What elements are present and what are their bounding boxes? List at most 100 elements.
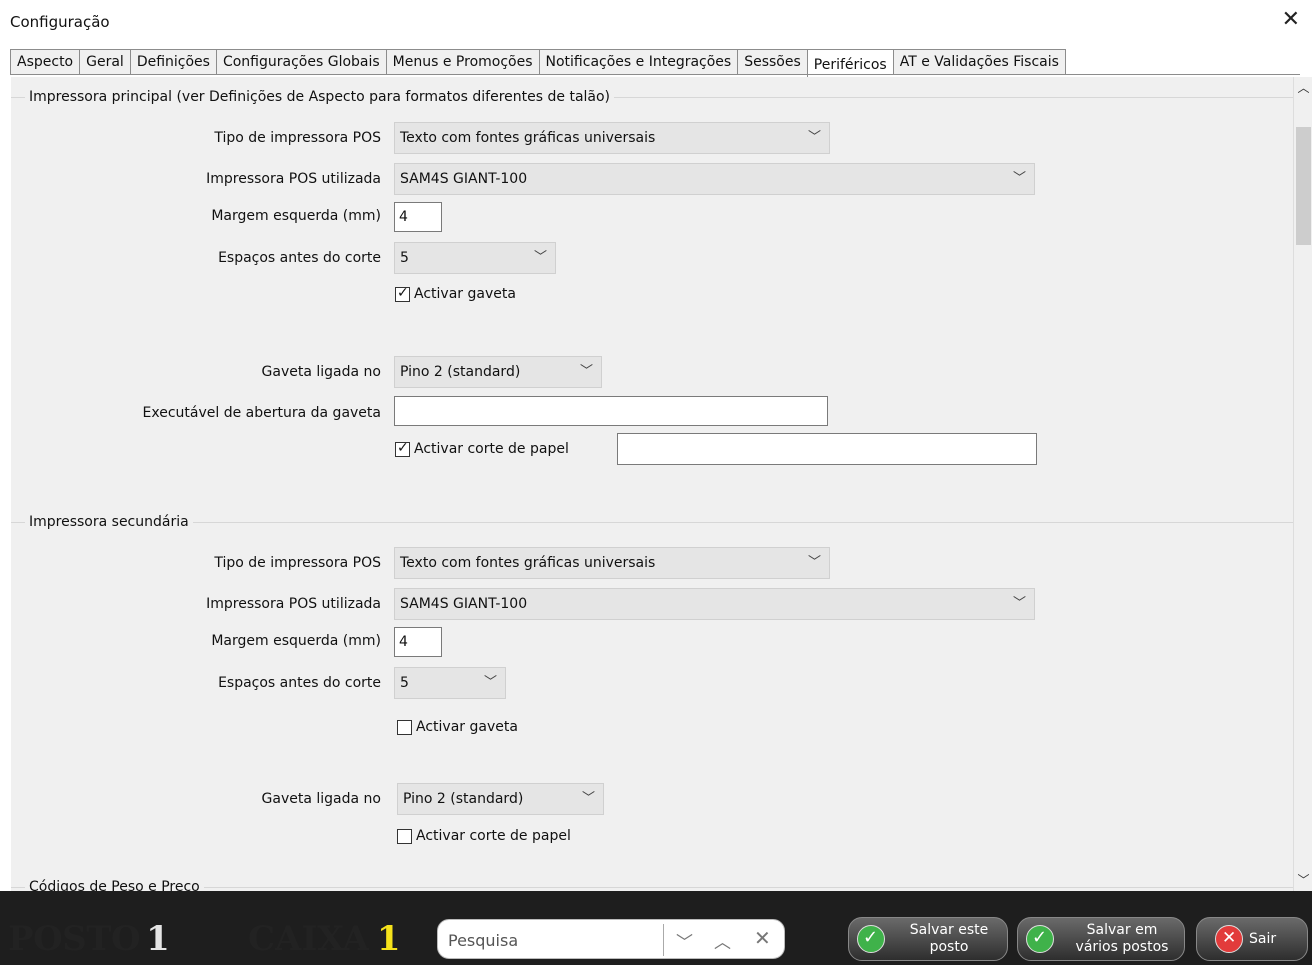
paper-cut-checkbox-label: Activar corte de papel bbox=[414, 441, 569, 457]
posto-label: POSTO bbox=[8, 919, 141, 959]
close-icon[interactable]: ✕ bbox=[1282, 9, 1300, 31]
tab-aspecto[interactable]: Aspecto bbox=[10, 49, 80, 75]
checkbox-box[interactable] bbox=[395, 440, 410, 457]
drawer-checkbox[interactable]: Activar gaveta bbox=[397, 719, 518, 735]
save-this-line2: posto bbox=[929, 939, 969, 955]
drawer-pin-value: Pino 2 (standard) bbox=[403, 791, 524, 807]
search-box: ﹀ ︿ ✕ bbox=[437, 919, 785, 959]
pos-used-select[interactable]: SAM4S GIANT-100 ﹀ bbox=[394, 163, 1035, 195]
posto-number: 1 bbox=[146, 919, 170, 959]
pos-type-select[interactable]: Texto com fontes gráficas universais ﹀ bbox=[394, 547, 830, 579]
chevron-down-icon: ﹀ bbox=[1012, 171, 1026, 186]
tab-definicoes[interactable]: Definições bbox=[129, 49, 216, 75]
tab-notificacoes-integracoes[interactable]: Notificações e Integrações bbox=[538, 49, 738, 75]
paper-cut-input[interactable] bbox=[617, 433, 1037, 465]
pos-type-label: Tipo de impressora POS bbox=[214, 130, 381, 146]
drawer-pin-select[interactable]: Pino 2 (standard) ﹀ bbox=[397, 783, 604, 815]
save-this-line1: Salvar este bbox=[909, 922, 989, 938]
close-circle-icon bbox=[1215, 925, 1243, 953]
pos-type-value: Texto com fontes gráficas universais bbox=[400, 555, 656, 571]
paper-cut-checkbox-label: Activar corte de papel bbox=[416, 828, 571, 844]
window-title: Configuração bbox=[10, 13, 110, 31]
chevron-up-icon[interactable]: ︿ bbox=[1294, 79, 1312, 97]
margin-input[interactable]: 4 bbox=[394, 202, 442, 232]
tab-at-validacoes-fiscais[interactable]: AT e Validações Fiscais bbox=[892, 49, 1066, 75]
spaces-select[interactable]: 5 ﹀ bbox=[394, 242, 556, 274]
spaces-label: Espaços antes do corte bbox=[218, 675, 381, 691]
caixa-indicator: CAIXA 1 bbox=[248, 919, 401, 959]
chevron-down-icon: ﹀ bbox=[581, 791, 595, 806]
checkbox-box[interactable] bbox=[395, 285, 410, 302]
chevron-down-icon: ﹀ bbox=[579, 364, 593, 379]
chevron-down-icon[interactable]: ﹀ bbox=[676, 928, 693, 953]
tab-menus-promocoes[interactable]: Menus e Promoções bbox=[385, 49, 539, 75]
search-input[interactable] bbox=[446, 926, 660, 954]
check-icon bbox=[857, 925, 885, 953]
title-bar: Configuração ✕ bbox=[0, 0, 1312, 46]
save-this-posto-button[interactable]: Salvar este posto bbox=[848, 917, 1008, 961]
exit-button[interactable]: Sair bbox=[1196, 917, 1308, 961]
chevron-down-icon: ﹀ bbox=[807, 130, 821, 145]
search-divider bbox=[663, 924, 664, 956]
pos-used-label: Impressora POS utilizada bbox=[206, 596, 381, 612]
drawer-checkbox[interactable]: Activar gaveta bbox=[395, 285, 516, 302]
group-title: Códigos de Peso e Preço bbox=[25, 877, 204, 891]
drawer-checkbox-label: Activar gaveta bbox=[416, 719, 518, 735]
chevron-up-icon[interactable]: ︿ bbox=[714, 928, 731, 953]
tab-divider bbox=[10, 74, 1300, 75]
pos-used-value: SAM4S GIANT-100 bbox=[400, 596, 528, 612]
chevron-down-icon: ﹀ bbox=[1012, 596, 1026, 611]
clear-search-icon[interactable]: ✕ bbox=[754, 926, 771, 950]
settings-panel: Impressora principal (ver Definições de … bbox=[11, 77, 1293, 891]
pos-type-label: Tipo de impressora POS bbox=[214, 555, 381, 571]
chevron-down-icon: ﹀ bbox=[483, 675, 497, 690]
save-many-postos-button[interactable]: Salvar em vários postos bbox=[1017, 917, 1185, 961]
margin-input[interactable]: 4 bbox=[394, 627, 442, 657]
margin-label: Margem esquerda (mm) bbox=[211, 208, 381, 224]
drawer-exec-label: Executável de abertura da gaveta bbox=[142, 405, 381, 421]
chevron-down-icon: ﹀ bbox=[807, 555, 821, 570]
pos-used-value: SAM4S GIANT-100 bbox=[400, 171, 528, 187]
scroll-thumb[interactable] bbox=[1296, 127, 1311, 245]
chevron-down-icon[interactable]: ﹀ bbox=[1294, 871, 1312, 889]
primary-printer-group: Impressora principal (ver Definições de … bbox=[11, 87, 1293, 507]
group-title: Impressora principal (ver Definições de … bbox=[25, 87, 615, 107]
drawer-pin-label: Gaveta ligada no bbox=[261, 791, 381, 807]
tab-geral[interactable]: Geral bbox=[79, 49, 130, 75]
pos-used-select[interactable]: SAM4S GIANT-100 ﹀ bbox=[394, 588, 1035, 620]
pos-type-value: Texto com fontes gráficas universais bbox=[400, 130, 656, 146]
footer-bar: POSTO1 CAIXA1 ﹀ ︿ ✕ Salvar este posto Sa… bbox=[0, 891, 1312, 965]
paper-cut-checkbox[interactable]: Activar corte de papel bbox=[395, 440, 569, 457]
drawer-checkbox-label: Activar gaveta bbox=[414, 286, 516, 302]
weight-price-codes-group: Códigos de Peso e Preço bbox=[11, 877, 1293, 891]
save-many-line2: vários postos bbox=[1075, 939, 1169, 955]
drawer-exec-input[interactable] bbox=[394, 396, 828, 426]
drawer-pin-select[interactable]: Pino 2 (standard) ﹀ bbox=[394, 356, 602, 388]
group-title: Impressora secundária bbox=[25, 512, 193, 532]
caixa-number: 1 bbox=[376, 919, 401, 959]
spaces-label: Espaços antes do corte bbox=[218, 250, 381, 266]
caixa-label: CAIXA bbox=[248, 919, 369, 959]
chevron-down-icon: ﹀ bbox=[533, 250, 547, 265]
checkbox-box[interactable] bbox=[397, 828, 412, 844]
paper-cut-checkbox[interactable]: Activar corte de papel bbox=[397, 828, 571, 844]
spaces-select[interactable]: 5 ﹀ bbox=[394, 667, 506, 699]
check-icon bbox=[1026, 925, 1054, 953]
tab-configuracoes-globais[interactable]: Configurações Globais bbox=[215, 49, 386, 75]
checkbox-box[interactable] bbox=[397, 719, 412, 735]
group-divider bbox=[11, 522, 1293, 523]
drawer-pin-value: Pino 2 (standard) bbox=[400, 364, 521, 380]
drawer-pin-label: Gaveta ligada no bbox=[261, 364, 381, 380]
margin-label: Margem esquerda (mm) bbox=[211, 633, 381, 649]
exit-label: Sair bbox=[1249, 930, 1277, 947]
posto-indicator: POSTO 1 bbox=[8, 919, 170, 959]
pos-used-label: Impressora POS utilizada bbox=[206, 171, 381, 187]
tab-sessoes[interactable]: Sessões bbox=[737, 49, 807, 75]
spaces-value: 5 bbox=[400, 250, 409, 266]
secondary-printer-group: Impressora secundária Tipo de impressora… bbox=[11, 512, 1293, 882]
tab-bar: Aspecto Geral Definições Configurações G… bbox=[10, 49, 1066, 78]
pos-type-select[interactable]: Texto com fontes gráficas universais ﹀ bbox=[394, 122, 830, 154]
vertical-scrollbar[interactable]: ︿ ﹀ bbox=[1293, 77, 1312, 891]
spaces-value: 5 bbox=[400, 675, 409, 691]
save-many-line1: Salvar em bbox=[1086, 922, 1158, 938]
